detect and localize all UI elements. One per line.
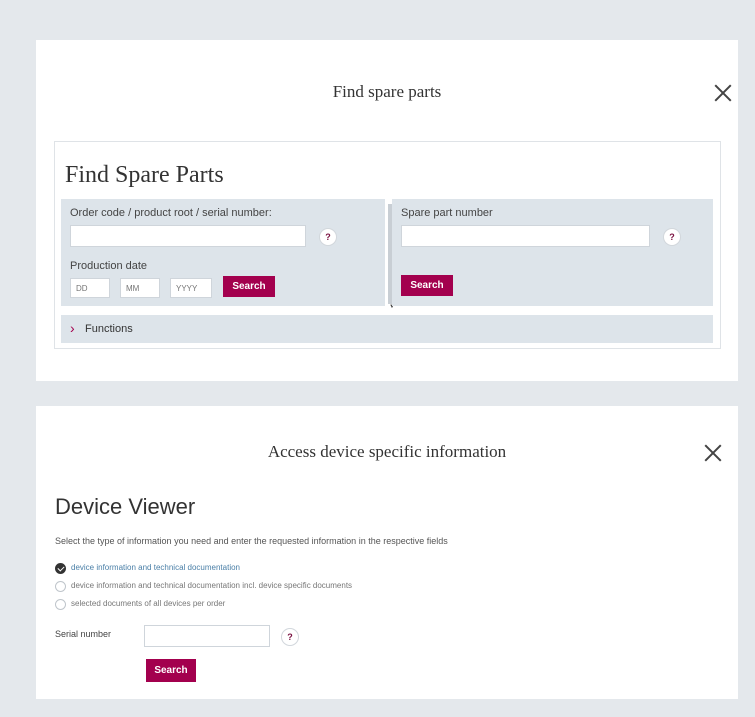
help-icon[interactable]: ? [663,228,681,246]
functions-label: Functions [85,323,133,335]
device-info-modal: Access device specific information Devic… [36,406,738,699]
year-input[interactable] [170,278,212,298]
spare-part-form: Spare part number ? Search [392,199,713,306]
help-icon[interactable]: ? [319,228,337,246]
help-icon[interactable]: ? [281,628,299,646]
section-heading: Device Viewer [55,494,196,519]
order-code-form: Order code / product root / serial numbe… [61,199,385,306]
order-code-label: Order code / product root / serial numbe… [70,207,272,219]
section-heading: Find Spare Parts [65,162,224,188]
order-code-input[interactable] [70,225,306,247]
search-button[interactable]: Search [146,659,196,682]
modal-title: Find spare parts [332,82,442,101]
instructions-text: Select the type of information you need … [55,536,448,546]
spare-part-label: Spare part number [401,207,493,219]
radio-label: device information and technical documen… [71,563,240,572]
radio-button[interactable] [55,581,66,592]
radio-label: device information and technical documen… [71,581,353,590]
functions-toggle[interactable]: › Functions [61,315,713,343]
modal-title: Access device specific information [267,442,507,461]
serial-number-input[interactable] [144,625,270,647]
radio-label: selected documents of all devices per or… [71,599,226,608]
search-button[interactable]: Search [401,275,453,296]
production-date-label: Production date [70,260,148,272]
month-input[interactable] [120,278,160,298]
spare-parts-modal: Find spare parts Find Spare Parts Order … [36,40,738,381]
radio-button[interactable] [55,599,66,610]
serial-number-label: Serial number [55,629,112,639]
check-circle-icon[interactable] [55,563,66,574]
search-button[interactable]: Search [223,276,275,297]
chevron-right-icon: › [70,320,75,336]
close-icon[interactable] [713,83,733,103]
spare-part-input[interactable] [401,225,650,247]
close-icon[interactable] [703,443,723,463]
find-spare-parts-card: Find Spare Parts Order code / product ro… [54,141,721,349]
day-input[interactable] [70,278,110,298]
